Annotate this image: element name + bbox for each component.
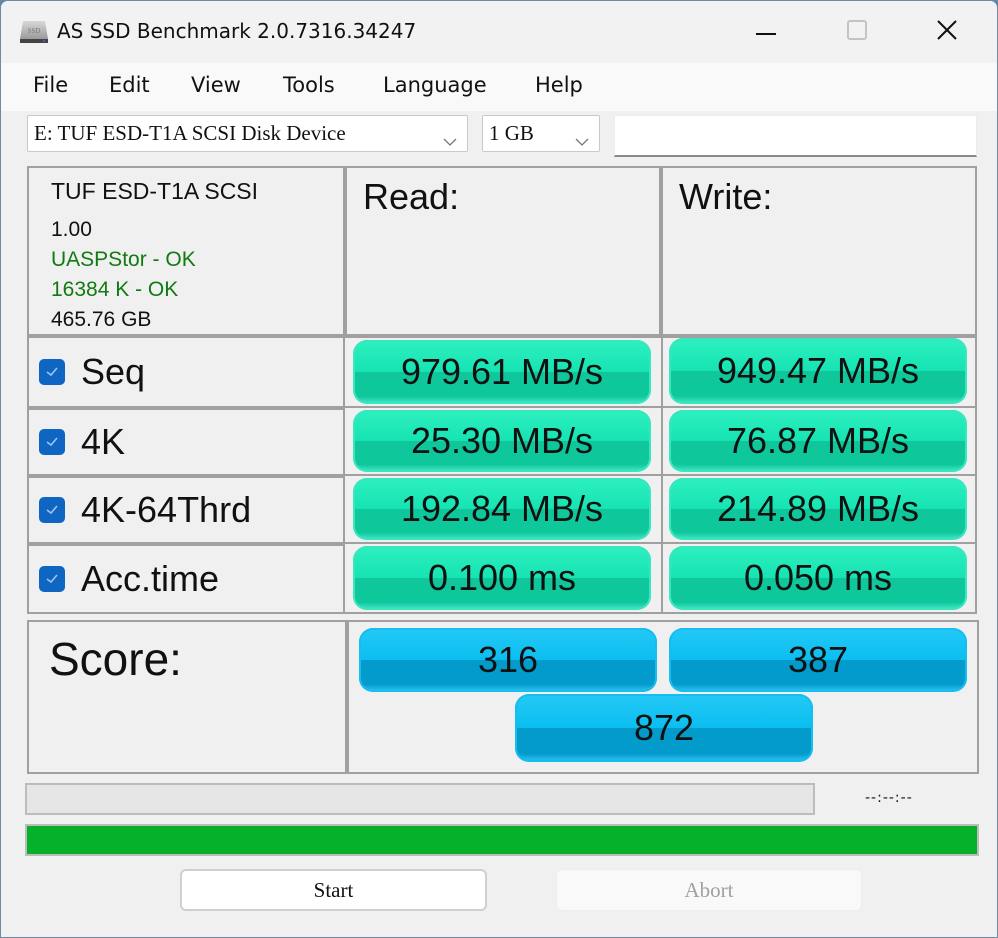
4k-write-value: 76.87 MB/s [669,410,967,472]
score-read-value: 316 [359,628,657,692]
4k-64thrd-read-cell: 192.84 MB/s [345,476,661,544]
minimize-button[interactable] [721,1,813,63]
seq-read-cell: 979.61 MB/s [345,336,661,408]
seq-checkbox[interactable] [39,359,65,385]
window-title: AS SSD Benchmark 2.0.7316.34247 [57,19,417,43]
score-label: Score: [49,633,182,685]
test-size-value: 1 GB [489,121,534,145]
acc-time-read-value: 0.100 ms [353,546,651,610]
4k-64thrd-write-value: 214.89 MB/s [669,478,967,540]
test-row-acc-time: Acc.time [27,544,345,614]
overall-progress-fill [27,826,977,854]
toolbar: E: TUF ESD-T1A SCSI Disk Device 1 GB [1,111,997,161]
ssd-drive-icon: SSD [19,19,49,45]
acc-time-read-cell: 0.100 ms [345,544,661,614]
close-button[interactable] [901,1,993,63]
score-total-value: 872 [515,694,813,762]
menu-bar: File Edit View Tools Language Help [1,63,997,111]
seq-label: Seq [81,351,146,392]
test-size-select[interactable]: 1 GB [482,115,600,152]
4k-read-value: 25.30 MB/s [353,410,651,472]
chevron-down-icon [443,128,457,146]
acc-time-label: Acc.time [81,558,220,599]
start-button[interactable]: Start [180,869,487,911]
drive-firmware: 1.00 [51,218,92,241]
4k-64thrd-read-value: 192.84 MB/s [353,478,651,540]
test-row-4k-64thrd: 4K-64Thrd [27,476,345,544]
drive-select[interactable]: E: TUF ESD-T1A SCSI Disk Device [27,115,468,152]
score-values-cell: 316 387 872 [347,620,979,774]
alignment-status: 16384 K - OK [51,278,179,301]
menu-language[interactable]: Language [383,73,487,97]
minimize-icon [756,23,778,41]
drive-capacity: 465.76 GB [51,308,152,331]
4k-64thrd-write-cell: 214.89 MB/s [661,476,977,544]
elapsed-time: --:--:-- [865,790,913,806]
4k-read-cell: 25.30 MB/s [345,408,661,476]
driver-status: UASPStor - OK [51,248,196,271]
app-window: SSD AS SSD Benchmark 2.0.7316.34247 File… [0,0,998,938]
test-progress-bar [25,783,815,815]
seq-write-cell: 949.47 MB/s [661,336,977,408]
status-text-field[interactable] [614,115,977,157]
drive-select-value: E: TUF ESD-T1A SCSI Disk Device [34,121,346,145]
read-header: Read: [363,176,460,217]
4k-64thrd-label: 4K-64Thrd [81,489,252,530]
maximize-icon [846,19,868,46]
seq-write-value: 949.47 MB/s [669,338,967,404]
write-header: Write: [679,176,773,217]
write-header-cell: Write: [661,166,977,336]
menu-view[interactable]: View [191,73,241,97]
acc-time-write-value: 0.050 ms [669,546,967,610]
score-label-cell: Score: [27,620,347,774]
maximize-button[interactable] [811,1,903,63]
drive-model: TUF ESD-T1A SCSI [51,178,259,204]
4k-64thrd-checkbox[interactable] [39,497,65,523]
4k-write-cell: 76.87 MB/s [661,408,977,476]
close-icon [936,19,958,46]
seq-read-value: 979.61 MB/s [353,340,651,404]
chevron-down-icon [575,128,589,146]
test-row-4k: 4K [27,408,345,476]
overall-progress-bar [25,824,979,856]
menu-tools[interactable]: Tools [283,73,335,97]
menu-help[interactable]: Help [535,73,583,97]
menu-edit[interactable]: Edit [109,73,150,97]
score-write-value: 387 [669,628,967,692]
title-bar: SSD AS SSD Benchmark 2.0.7316.34247 [1,1,997,63]
4k-checkbox[interactable] [39,429,65,455]
acc-time-checkbox[interactable] [39,566,65,592]
drive-info-panel: TUF ESD-T1A SCSI 1.00 UASPStor - OK 1638… [27,166,345,336]
read-header-cell: Read: [345,166,661,336]
abort-button[interactable]: Abort [556,869,862,911]
4k-label: 4K [81,421,126,462]
menu-file[interactable]: File [33,73,68,97]
acc-time-write-cell: 0.050 ms [661,544,977,614]
svg-text:SSD: SSD [28,27,41,35]
test-row-seq: Seq [27,336,345,408]
